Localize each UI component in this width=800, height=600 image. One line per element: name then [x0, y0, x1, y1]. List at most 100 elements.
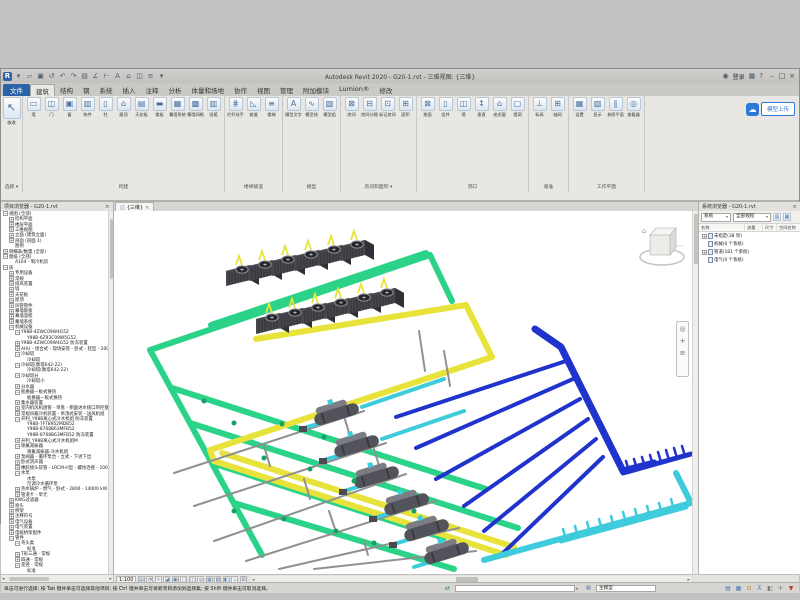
- tab-file[interactable]: 文件: [3, 84, 30, 96]
- active-workset-combo[interactable]: [455, 585, 575, 592]
- model-upload-button[interactable]: 模型上传: [761, 102, 795, 116]
- cloud-upload-icon[interactable]: ☁: [746, 103, 759, 116]
- 楼梯-button[interactable]: ≡楼梯: [263, 97, 280, 117]
- 垂直-button[interactable]: ↕垂直: [473, 97, 490, 117]
- expand-icon[interactable]: +: [15, 557, 20, 562]
- tab-结构[interactable]: 结构: [55, 84, 78, 96]
- expand-icon[interactable]: +: [9, 222, 14, 227]
- tab-注释[interactable]: 注释: [141, 84, 164, 96]
- expand-icon[interactable]: +: [9, 309, 14, 314]
- expand-icon[interactable]: +: [9, 281, 14, 286]
- 标高-button[interactable]: ⊥标高: [531, 97, 548, 117]
- expand-icon[interactable]: +: [9, 303, 14, 308]
- pan-icon[interactable]: ≡: [680, 349, 686, 357]
- expand-icon[interactable]: +: [9, 525, 14, 530]
- expand-icon[interactable]: +: [9, 233, 14, 238]
- tab-协作[interactable]: 协作: [229, 84, 252, 96]
- column-settings-icon[interactable]: ▦: [783, 213, 791, 221]
- tab-Lumion®[interactable]: Lumion®: [334, 84, 374, 96]
- press-drag-icon[interactable]: ✛: [777, 585, 785, 593]
- expand-icon[interactable]: +: [9, 238, 14, 243]
- collapse-icon[interactable]: −: [9, 536, 14, 541]
- measure-icon[interactable]: ∠: [91, 72, 100, 81]
- collapse-icon[interactable]: −: [15, 363, 20, 368]
- 轴网-button[interactable]: ⊞轴网: [549, 97, 566, 117]
- sync-icon[interactable]: ↺: [47, 72, 56, 81]
- 标记房间-button[interactable]: ⊡标记房间: [379, 97, 396, 117]
- system-browser-view-combo[interactable]: 系统▾: [701, 213, 731, 222]
- tab-建筑[interactable]: 建筑: [30, 84, 55, 96]
- worksets-status-icon[interactable]: ▤: [724, 585, 732, 593]
- 墙-button[interactable]: ◫墙: [455, 97, 472, 117]
- system-browser-discipline-combo[interactable]: 全部规程▾: [733, 213, 771, 222]
- tab-体量和场地[interactable]: 体量和场地: [187, 84, 230, 96]
- workset-combo-arrow-icon[interactable]: ▾: [576, 586, 578, 591]
- collapse-icon[interactable]: −: [15, 330, 20, 335]
- expand-icon[interactable]: +: [15, 487, 20, 492]
- 构件-button[interactable]: ▥构件: [79, 97, 96, 117]
- system-tree-item[interactable]: +未指定(38 项): [699, 232, 800, 240]
- view-tab-close-icon[interactable]: ×: [145, 205, 149, 211]
- collapse-icon[interactable]: −: [15, 373, 20, 378]
- collapse-icon[interactable]: −: [3, 254, 8, 259]
- 房间分隔-button[interactable]: ⊟房间分隔: [361, 97, 378, 117]
- 门-button[interactable]: ◫门: [43, 97, 60, 117]
- thin-lines-icon[interactable]: ≡: [146, 72, 155, 81]
- 面积-button[interactable]: ⊞面积: [397, 97, 414, 117]
- user-icon[interactable]: ◉: [723, 72, 729, 80]
- view-cube[interactable]: ⌂: [636, 223, 688, 269]
- 按面-button[interactable]: ⊠按面: [419, 97, 436, 117]
- tree-item[interactable]: +热水锅炉 - 燃气 - 卧式 - 2800 - 14000 kW: [1, 487, 113, 492]
- tab-系统[interactable]: 系统: [95, 84, 118, 96]
- 模型组-button[interactable]: ▧模型组: [321, 97, 338, 117]
- restore-button[interactable]: □: [777, 72, 787, 80]
- 房间-button[interactable]: ⊠房间: [343, 97, 360, 117]
- signin-button[interactable]: 登录: [733, 72, 745, 81]
- expand-icon[interactable]: +: [15, 384, 20, 389]
- open-icon[interactable]: ▱: [25, 72, 34, 81]
- column-header-尺寸[interactable]: 尺寸: [763, 224, 777, 231]
- undo-icon[interactable]: ↶: [58, 72, 67, 81]
- dimension-icon[interactable]: ⊢: [102, 72, 111, 81]
- exclude-options-icon[interactable]: ◧: [766, 585, 774, 593]
- design-options-combo[interactable]: 主模型: [596, 585, 656, 592]
- system-tree-item[interactable]: 机械(0 个系统): [699, 240, 800, 248]
- collapse-icon[interactable]: −: [3, 211, 8, 216]
- expand-icon[interactable]: +: [9, 519, 14, 524]
- expand-icon[interactable]: +: [702, 234, 707, 239]
- expand-icon[interactable]: +: [15, 400, 20, 405]
- expand-icon[interactable]: +: [9, 530, 14, 535]
- expand-icon[interactable]: +: [15, 406, 20, 411]
- expand-icon[interactable]: +: [15, 346, 20, 351]
- expand-icon[interactable]: +: [9, 298, 14, 303]
- zoom-icon[interactable]: +: [680, 337, 686, 345]
- expand-icon[interactable]: +: [9, 514, 14, 519]
- 幕墙系统-button[interactable]: ▦幕墙系统: [169, 97, 186, 117]
- collapse-icon[interactable]: −: [15, 390, 20, 395]
- steering-wheel-icon[interactable]: ◎: [679, 325, 685, 333]
- tab-钢[interactable]: 钢: [78, 84, 95, 96]
- pinned-select-icon[interactable]: ⊼: [756, 585, 764, 593]
- expand-icon[interactable]: +: [9, 314, 14, 319]
- 模型文字-button[interactable]: A模型文字: [285, 97, 302, 117]
- tree-item[interactable]: +橡胶接头软管 - LRCM-H型 - 螺纹连接 - 100-175-CN: [1, 465, 113, 470]
- navigation-bar[interactable]: ◎ + ≡: [676, 321, 689, 377]
- column-header-流量[interactable]: 流量: [745, 224, 763, 231]
- expand-icon[interactable]: +: [9, 503, 14, 508]
- 天花板-button[interactable]: ▤天花板: [133, 97, 150, 117]
- autofit-columns-icon[interactable]: ▥: [773, 213, 781, 221]
- expand-icon[interactable]: +: [15, 454, 20, 459]
- section-icon[interactable]: ◫: [135, 72, 144, 81]
- expand-icon[interactable]: +: [3, 249, 8, 254]
- 竖梃-button[interactable]: ▥竖梃: [205, 97, 222, 117]
- expand-icon[interactable]: +: [9, 227, 14, 232]
- 幕墙网格-button[interactable]: ▩幕墙网格: [187, 97, 204, 117]
- column-header-空间名称[interactable]: 空间名称: [777, 224, 800, 231]
- app-store-icon[interactable]: ▦: [749, 72, 756, 80]
- collapse-icon[interactable]: −: [3, 265, 8, 270]
- expand-icon[interactable]: +: [9, 509, 14, 514]
- 老虎窗-button[interactable]: ⌂老虎窗: [491, 97, 508, 117]
- pipes-yellow[interactable]: [210, 305, 514, 555]
- customize-arrow-icon[interactable]: ▾: [157, 72, 166, 81]
- tab-修改[interactable]: 修改: [374, 84, 397, 96]
